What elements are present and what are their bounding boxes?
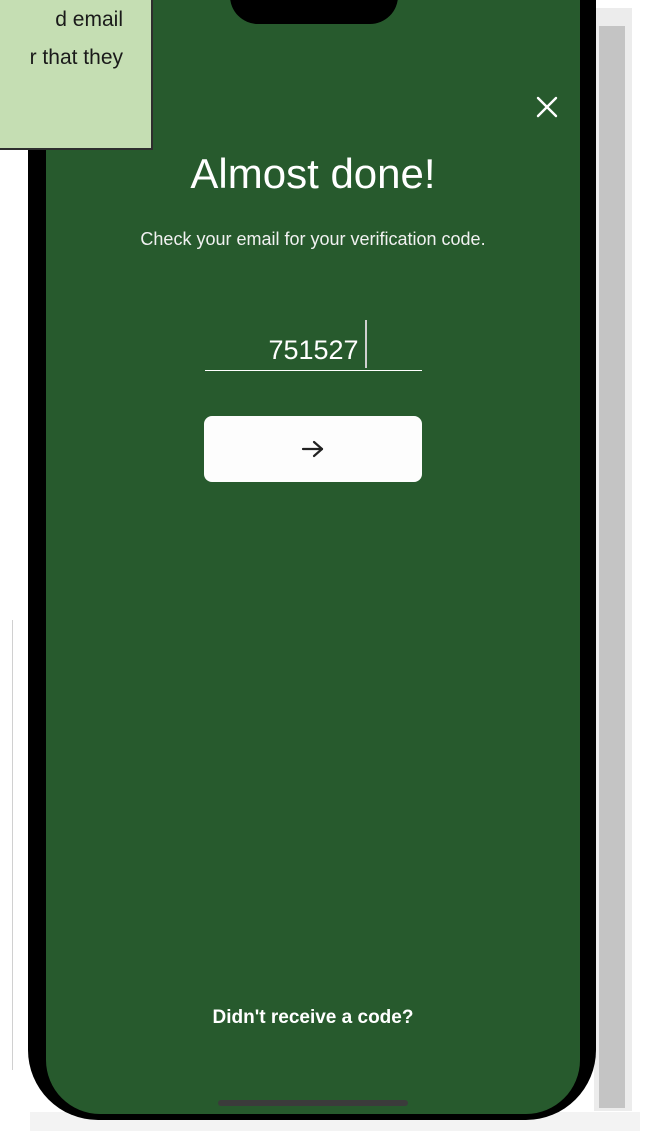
verification-code-input[interactable] bbox=[205, 330, 422, 371]
scrollbar-thumb[interactable] bbox=[599, 26, 625, 1108]
text-cursor bbox=[365, 320, 367, 368]
phone-notch bbox=[230, 0, 398, 24]
page-divider bbox=[12, 620, 13, 1070]
submit-button[interactable] bbox=[204, 416, 422, 482]
arrow-right-icon bbox=[301, 440, 324, 458]
home-indicator bbox=[218, 1100, 408, 1106]
instruction-text: Check your email for your verification c… bbox=[140, 229, 486, 249]
close-button[interactable] bbox=[530, 90, 564, 124]
annotation-text-line-2: r that they bbox=[29, 46, 123, 69]
page-title: Almost done! bbox=[190, 150, 436, 197]
annotation-callout: d email r that they bbox=[0, 0, 153, 150]
annotation-text-line-1: d email bbox=[55, 8, 123, 31]
close-icon bbox=[536, 96, 558, 118]
resend-code-link[interactable]: Didn't receive a code? bbox=[46, 1007, 580, 1029]
